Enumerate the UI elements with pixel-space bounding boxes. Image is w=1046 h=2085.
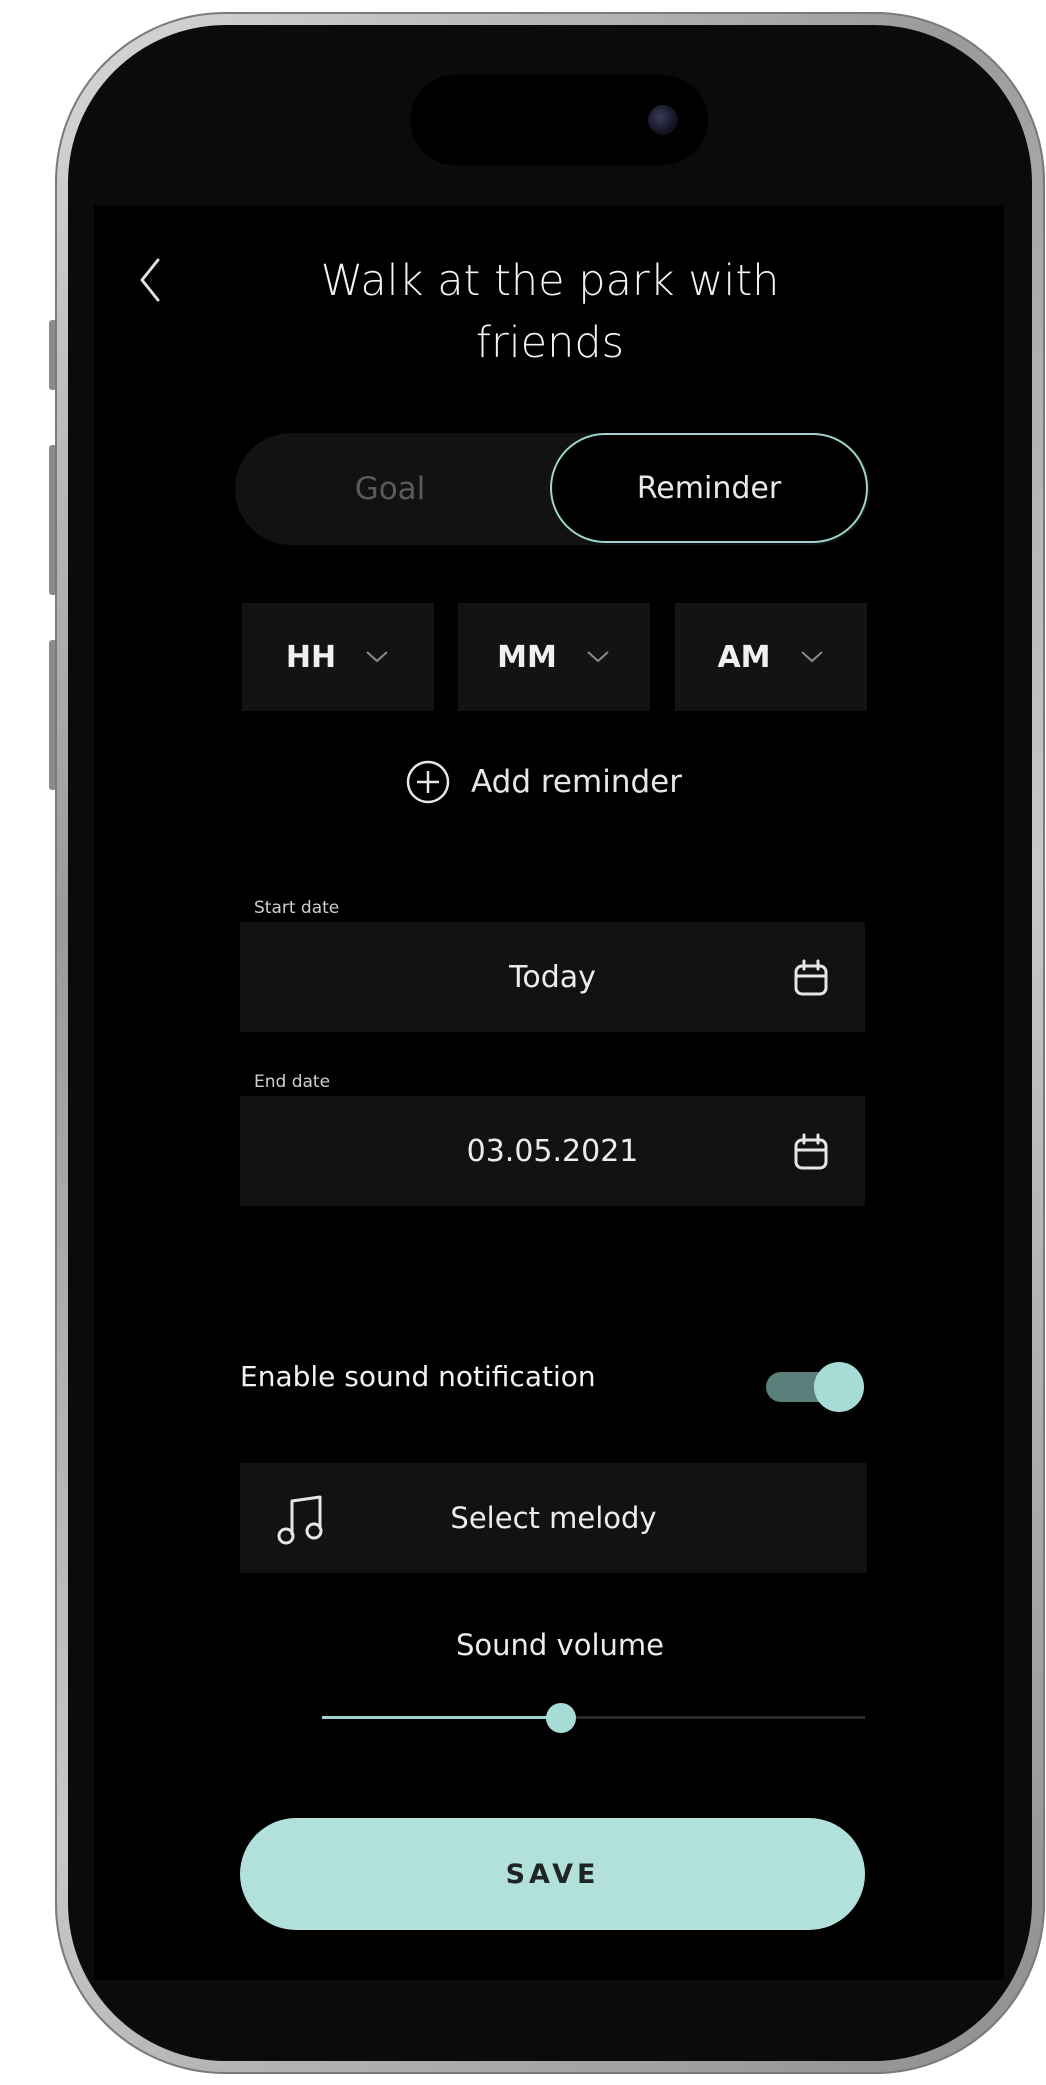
back-button[interactable] <box>130 250 170 310</box>
slider-fill <box>322 1716 561 1719</box>
minute-select-value: MM <box>497 639 557 675</box>
start-date-label: Start date <box>254 898 340 918</box>
sound-notification-toggle[interactable] <box>766 1362 864 1412</box>
chevron-down-icon <box>366 651 388 663</box>
calendar-icon <box>794 959 828 996</box>
mockup-stage: Walk at the park with friends Goal Remin… <box>0 0 1046 2085</box>
toggle-knob <box>814 1362 864 1412</box>
start-date-value: Today <box>509 959 596 995</box>
sound-volume-label: Sound volume <box>456 1628 664 1662</box>
save-button[interactable]: SAVE <box>240 1818 865 1930</box>
dynamic-island <box>410 75 708 165</box>
sound-volume-slider[interactable] <box>322 1700 865 1736</box>
select-melody-label: Select melody <box>450 1501 657 1535</box>
add-reminder-label: Add reminder <box>471 764 682 800</box>
hour-select-value: HH <box>285 639 337 675</box>
chevron-left-icon <box>140 258 160 302</box>
hour-select[interactable]: HH <box>242 603 434 711</box>
start-date-field[interactable]: Today <box>240 922 865 1032</box>
period-select-value: AM <box>717 639 771 675</box>
calendar-icon <box>794 1133 828 1170</box>
select-melody-button[interactable]: Select melody <box>240 1463 867 1573</box>
end-date-value: 03.05.2021 <box>466 1133 639 1169</box>
camera-icon <box>648 105 678 135</box>
page-title-line-1: Walk at the park with <box>320 256 780 306</box>
chevron-down-icon <box>587 651 609 663</box>
page-title: Walk at the park with friends <box>290 250 810 374</box>
sound-notification-label: Enable sound notification <box>240 1360 596 1393</box>
chevron-down-icon <box>800 651 823 663</box>
period-select[interactable]: AM <box>675 603 867 711</box>
tab-reminder[interactable]: Reminder <box>550 433 868 543</box>
add-reminder-button[interactable]: Add reminder <box>405 752 682 812</box>
plus-circle-icon <box>406 760 450 804</box>
end-date-label: End date <box>254 1072 331 1092</box>
minute-select[interactable]: MM <box>458 603 650 711</box>
tab-goal[interactable]: Goal <box>235 433 545 545</box>
slider-thumb[interactable] <box>545 1703 576 1733</box>
page-title-line-2: friends <box>475 318 625 368</box>
end-date-field[interactable]: 03.05.2021 <box>240 1096 865 1206</box>
